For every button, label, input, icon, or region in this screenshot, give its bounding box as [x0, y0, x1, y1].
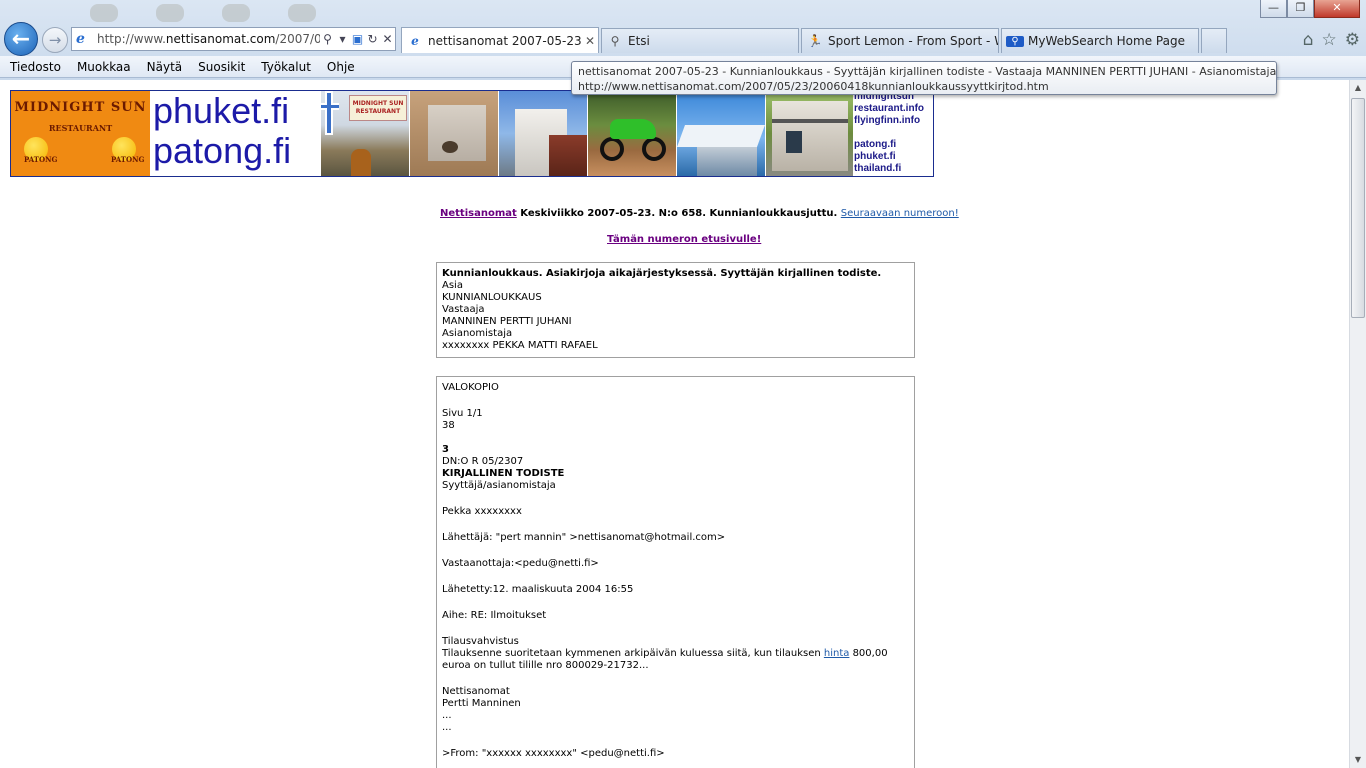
banner-link-flyingfinn[interactable]: flyingfinn.info	[854, 115, 934, 127]
tab-label: Sport Lemon - From Sport - W...	[828, 34, 998, 48]
refresh-icon[interactable]: ↻	[365, 32, 380, 46]
title-bar-background	[90, 4, 370, 22]
gear-icon[interactable]: ⚙	[1345, 30, 1360, 50]
tooltip-url: http://www.nettisanomat.com/2007/05/23/2…	[578, 80, 1049, 93]
favorites-star-icon[interactable]: ☆	[1322, 30, 1337, 50]
next-issue-link[interactable]: Seuraavaan numeroon!	[841, 208, 959, 219]
tab-label: Etsi	[628, 34, 650, 48]
toolbar-icons: ⌂ ☆ ⚙	[1303, 30, 1360, 50]
scroll-up-arrow-icon[interactable]: ▲	[1350, 80, 1366, 96]
midnight-sun-logo[interactable]: MIDNIGHT SUN RESTAURANT PATONG PATONG	[11, 91, 150, 176]
menu-tiedosto[interactable]: Tiedosto	[2, 60, 69, 74]
case-summary-box: Kunnianloukkaus. Asiakirjoja aikajärjest…	[436, 262, 915, 358]
tab-label: MyWebSearch Home Page	[1028, 34, 1185, 48]
photo-villa[interactable]	[766, 91, 853, 176]
mywebsearch-icon: ⚲	[1006, 35, 1024, 47]
case-summary-title: Kunnianloukkaus. Asiakirjoja aikajärjest…	[442, 268, 882, 279]
tab-sport-lemon[interactable]: 🏃 Sport Lemon - From Sport - W...	[801, 28, 999, 53]
photo-room-interior[interactable]	[410, 91, 498, 176]
tab-nettisanomat[interactable]: e nettisanomat 2007-05-23 - ... ✕	[401, 27, 599, 53]
menu-tyokalut[interactable]: Työkalut	[253, 60, 319, 74]
dropdown-arrow-icon[interactable]: ▾	[335, 32, 350, 46]
menu-suosikit[interactable]: Suosikit	[190, 60, 253, 74]
banner-link-list: midnightsun restaurant.info flyingfinn.i…	[854, 91, 934, 176]
minimize-button[interactable]: —	[1260, 0, 1287, 18]
menu-muokkaa[interactable]: Muokkaa	[69, 60, 139, 74]
menu-nayta[interactable]: Näytä	[139, 60, 191, 74]
front-page-link[interactable]: Tämän numeron etusivulle!	[607, 234, 761, 245]
banner-link-patong[interactable]: patong.fi	[854, 139, 934, 151]
banner-domains[interactable]: phuket.fi patong.fi	[153, 91, 321, 176]
close-window-button[interactable]: ✕	[1314, 0, 1360, 18]
stop-icon[interactable]: ✕	[380, 32, 395, 46]
page-viewport: MIDNIGHT SUN RESTAURANT PATONG PATONG ph…	[0, 80, 1349, 768]
photo-hotel-building[interactable]	[499, 91, 587, 176]
ie-page-icon: e	[76, 31, 85, 47]
tooltip-title: nettisanomat 2007-05-23 - Kunnianloukkau…	[578, 65, 1277, 78]
menu-ohje[interactable]: Ohje	[319, 60, 363, 74]
window-controls: — ❐ ✕	[1260, 0, 1360, 18]
ie-page-icon: e	[411, 33, 419, 48]
banner-link-phuket[interactable]: phuket.fi	[854, 151, 934, 163]
back-button[interactable]: ←	[4, 22, 38, 56]
search-icon[interactable]: ⚲	[320, 32, 335, 46]
header-banner[interactable]: MIDNIGHT SUN RESTAURANT PATONG PATONG ph…	[10, 90, 934, 177]
new-tab-button[interactable]	[1201, 28, 1227, 53]
forward-arrow-icon: →	[48, 31, 62, 49]
back-arrow-icon: ←	[11, 26, 31, 52]
nettisanomat-link[interactable]: Nettisanomat	[440, 208, 517, 219]
photo-restaurant-sign[interactable]: MIDNIGHT SUN RESTAURANT	[321, 91, 409, 176]
price-link[interactable]: hinta	[824, 648, 850, 659]
runner-icon: 🏃	[807, 34, 823, 48]
document-box: VALOKOPIO Sivu 1/1 38 3 DN:O R 05/2307 K…	[436, 376, 915, 768]
banner-link-restaurant[interactable]: restaurant.info	[854, 103, 934, 115]
address-url[interactable]: http://www.nettisanomat.com/2007/05/	[94, 32, 320, 46]
tab-label: nettisanomat 2007-05-23 - ...	[428, 33, 582, 48]
vertical-scrollbar[interactable]: ▲ ▼	[1349, 80, 1366, 768]
forward-button[interactable]: →	[42, 27, 68, 53]
photo-speedboat[interactable]	[677, 91, 765, 176]
maximize-button[interactable]: ❐	[1287, 0, 1314, 18]
tab-tooltip: nettisanomat 2007-05-23 - Kunnianloukkau…	[571, 61, 1277, 95]
banner-link-thailand[interactable]: thailand.fi	[854, 163, 934, 175]
close-tab-icon[interactable]: ✕	[582, 34, 598, 48]
tab-etsi[interactable]: ⚲ Etsi	[601, 28, 799, 53]
scroll-down-arrow-icon[interactable]: ▼	[1350, 752, 1366, 768]
photo-motorbike[interactable]	[588, 91, 676, 176]
compatibility-view-icon[interactable]: ▣	[350, 32, 365, 46]
issue-headline: Nettisanomat Keskiviikko 2007-05-23. N:o…	[440, 208, 959, 219]
home-icon[interactable]: ⌂	[1303, 30, 1314, 50]
tab-mywebsearch[interactable]: ⚲ MyWebSearch Home Page	[1001, 28, 1199, 53]
scrollbar-thumb[interactable]	[1351, 98, 1365, 318]
address-bar[interactable]: e http://www.nettisanomat.com/2007/05/ ⚲…	[71, 27, 396, 51]
search-icon: ⚲	[610, 34, 620, 48]
